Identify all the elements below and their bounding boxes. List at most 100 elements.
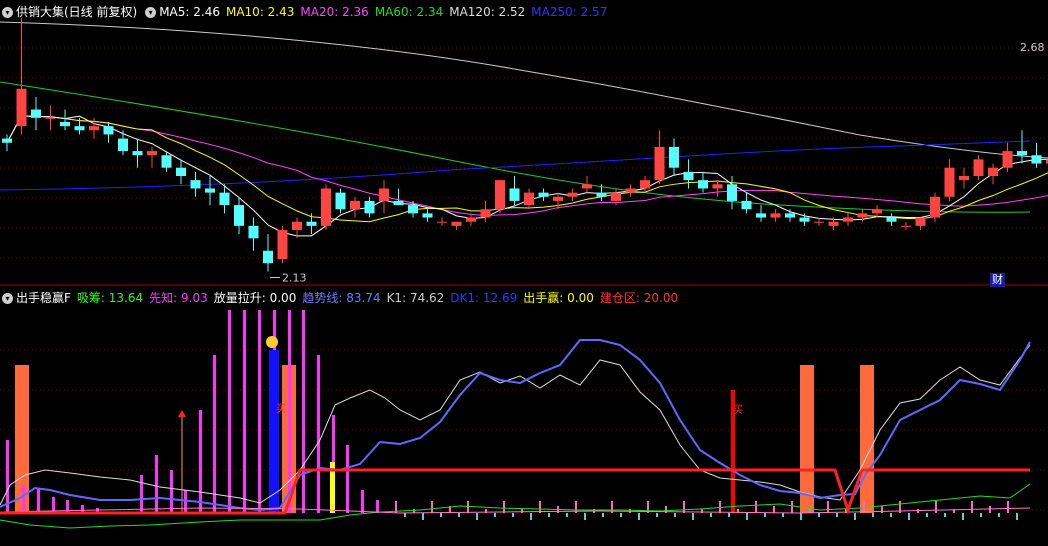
ma20-label: MA20: 2.36 xyxy=(300,5,369,19)
candle-body xyxy=(263,250,273,264)
signal-tick xyxy=(773,506,775,513)
candle-body xyxy=(89,126,99,131)
candle-body xyxy=(524,192,534,206)
xianzhi-bar xyxy=(6,440,9,513)
candle-body xyxy=(118,138,128,152)
signal-tick xyxy=(692,513,694,520)
buy-zone-bar xyxy=(860,365,874,513)
signal-tick xyxy=(782,513,784,517)
signal-tick xyxy=(944,513,946,517)
candle-body xyxy=(611,192,621,201)
candle-body xyxy=(988,167,998,176)
candle-body xyxy=(205,188,215,193)
candle-body xyxy=(466,217,476,222)
candle-body xyxy=(234,205,244,226)
signal-tick xyxy=(566,513,568,517)
signal-tick xyxy=(962,513,964,520)
candle-body xyxy=(350,200,360,210)
dk1-label: DK1: 12.69 xyxy=(450,291,518,305)
signal-tick xyxy=(467,501,469,513)
stock-chart-canvas[interactable]: 2.68 2.13 买 买 xyxy=(0,0,1048,546)
candle-body xyxy=(1017,151,1027,156)
signal-tick xyxy=(764,513,766,517)
candle-body xyxy=(901,225,911,227)
candle-body xyxy=(132,151,143,156)
signal-tick xyxy=(872,513,874,517)
xianzhi-bar xyxy=(199,410,202,513)
candle-body xyxy=(727,184,737,201)
signal-tick xyxy=(458,513,460,517)
candle-body xyxy=(422,213,433,218)
xianzhi-bar xyxy=(288,310,291,513)
signal-tick xyxy=(980,513,982,517)
collapse-icon[interactable]: ▾ xyxy=(2,6,13,18)
candle-body xyxy=(277,230,288,260)
signal-tick xyxy=(440,513,442,517)
candle-body xyxy=(480,209,491,218)
candle-body xyxy=(814,221,824,223)
money-bag-icon xyxy=(266,336,278,348)
candle-body xyxy=(843,217,853,222)
candle-body xyxy=(509,188,520,201)
signal-tick xyxy=(674,513,676,517)
candle-body xyxy=(393,200,404,206)
k1-label: K1: 74.62 xyxy=(386,291,445,305)
signal-tick xyxy=(512,513,514,517)
signal-tick xyxy=(935,501,937,513)
signal-tick xyxy=(620,513,622,517)
xianzhi-bar xyxy=(213,355,216,513)
signal-tick xyxy=(971,501,973,513)
candle-body xyxy=(538,192,549,197)
jiancang-label: 建仓区: 20.00 xyxy=(599,291,679,305)
candle-body xyxy=(756,213,766,218)
stock-title[interactable]: 供销大集(日线 前复权) xyxy=(16,3,137,21)
chushouying-label: 出手赢: 0.00 xyxy=(523,291,594,305)
signal-tick xyxy=(800,513,802,520)
candle-body xyxy=(321,188,331,226)
xichou-line xyxy=(0,483,1031,529)
xianzhi-bar xyxy=(155,455,158,513)
candle-body xyxy=(2,138,12,143)
signal-tick xyxy=(476,513,478,520)
signal-tick xyxy=(1016,513,1018,520)
xianzhi-bar xyxy=(361,490,364,513)
dk1-bar xyxy=(269,350,279,513)
ma250-label: MA250: 2.57 xyxy=(531,5,608,19)
signal-tick xyxy=(710,513,712,517)
ma10-label: MA10: 2.43 xyxy=(225,5,295,19)
candle-body xyxy=(248,225,259,239)
candle-body xyxy=(408,205,418,214)
signal-tick xyxy=(548,513,550,517)
candle-body xyxy=(60,122,70,127)
trend-line xyxy=(0,339,1031,512)
candle-body xyxy=(335,192,346,210)
xianzhi-bar xyxy=(22,485,25,513)
candle-body xyxy=(915,217,926,226)
signal-tick xyxy=(827,501,829,513)
candle-body xyxy=(828,221,839,226)
low-price-label: 2.13 xyxy=(282,272,307,285)
candle-body xyxy=(857,213,868,218)
signal-tick xyxy=(1007,501,1009,513)
financial-report-marker[interactable]: 财 xyxy=(990,273,1005,287)
candle-body xyxy=(973,159,984,176)
candle-body xyxy=(582,184,592,189)
xichou-label: 吸筹: 13.64 xyxy=(76,291,144,305)
settings-icon[interactable]: ▾ xyxy=(145,6,157,18)
signal-tick xyxy=(908,513,910,520)
signal-tick xyxy=(998,513,1000,517)
collapse-icon[interactable]: ▾ xyxy=(2,292,13,304)
xianzhi-bar xyxy=(170,470,173,513)
fangliang-label: 放量拉升: 0.00 xyxy=(213,291,297,305)
high-price-label: 2.68 xyxy=(1020,41,1045,54)
candle-body xyxy=(553,196,563,201)
signal-tick xyxy=(854,513,856,520)
signal-tick xyxy=(746,513,748,520)
buy-marker: 买 xyxy=(733,404,743,416)
k1-line xyxy=(0,344,1031,506)
signal-tick xyxy=(521,509,523,513)
indicator-title[interactable]: 出手稳赢F xyxy=(16,289,71,307)
signal-tick xyxy=(656,513,658,517)
buy-zone-bar xyxy=(800,365,814,513)
candle-body xyxy=(886,217,897,222)
